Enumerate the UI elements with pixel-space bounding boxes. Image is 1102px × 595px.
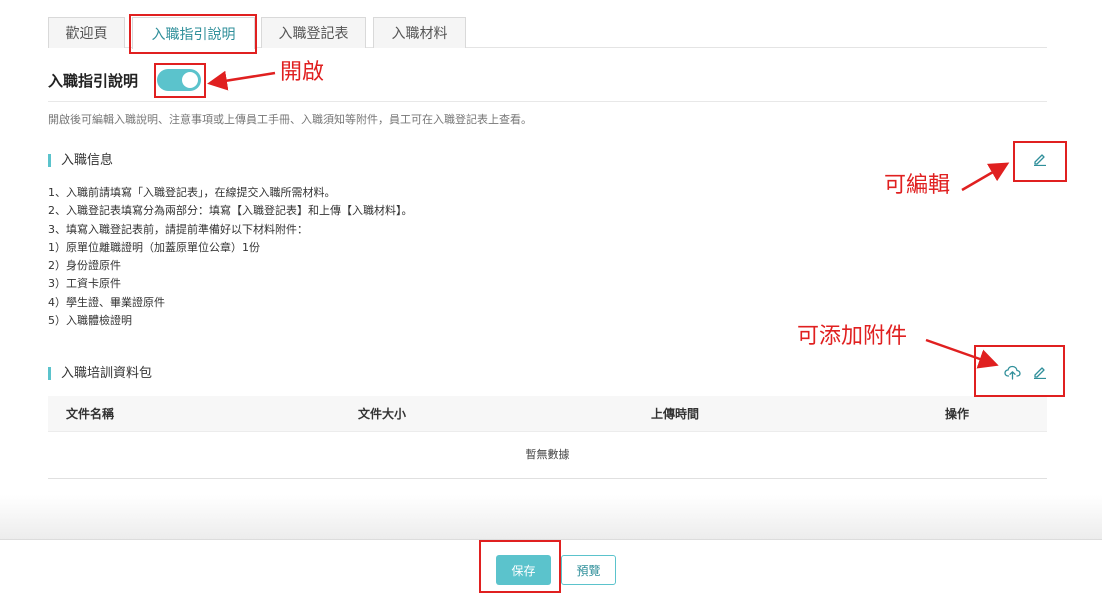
footer-divider xyxy=(0,539,1102,540)
info-line: 2、入職登記表填寫分為兩部分：填寫【入職登記表】和上傳【入職材料】。 xyxy=(48,204,413,218)
tab-registration-form[interactable]: 入職登記表 xyxy=(261,17,366,48)
preview-button[interactable]: 預覽 xyxy=(561,555,616,585)
training-file-table: 文件名稱 文件大小 上傳時間 操作 暫無數據 xyxy=(48,396,1047,479)
upload-attachment-button[interactable] xyxy=(1003,363,1021,381)
edit-training-button[interactable] xyxy=(1031,363,1049,381)
training-heading: 入職培訓資料包 xyxy=(48,367,152,380)
tab-materials[interactable]: 入職材料 xyxy=(373,17,466,48)
info-heading: 入職信息 xyxy=(48,154,113,167)
footer-shadow xyxy=(0,495,1102,540)
guide-title: 入職指引說明 xyxy=(48,72,139,90)
divider xyxy=(48,101,1047,102)
toggle-knob xyxy=(182,72,198,88)
arrow-to-edit xyxy=(961,162,1010,192)
tab-guide[interactable]: 入職指引說明 xyxy=(132,17,255,49)
tab-welcome[interactable]: 歡迎頁 xyxy=(48,17,125,48)
column-actions: 操作 xyxy=(945,407,970,421)
column-upload-time: 上傳時間 xyxy=(651,407,700,421)
annotation-editable: 可編輯 xyxy=(884,173,951,198)
info-line: 1、入職前請填寫「入職登記表」，在線提交入職所需材料。 xyxy=(48,186,336,199)
pencil-icon xyxy=(1034,367,1046,379)
save-button[interactable]: 保存 xyxy=(496,555,551,585)
tab-bar: 歡迎頁 入職指引說明 入職登記表 入職材料 xyxy=(48,17,1047,49)
column-file-name: 文件名稱 xyxy=(66,407,115,421)
guide-description: 開啟後可編輯入職說明、注意事項或上傳員工手冊、入職須知等附件，員工可在入職登記表… xyxy=(48,113,532,126)
info-content: 1、入職前請填寫「入職登記表」，在線提交入職所需材料。 2、入職登記表填寫分為兩… xyxy=(48,184,413,330)
column-file-size: 文件大小 xyxy=(358,407,407,421)
cloud-upload-icon xyxy=(1003,365,1021,380)
info-line: 1）原單位離職證明（加蓋原單位公章）1份 xyxy=(48,240,260,254)
info-line: 3）工資卡原件 xyxy=(48,277,121,291)
annotation-enable: 開啟 xyxy=(280,60,325,85)
arrow-to-toggle xyxy=(207,70,276,91)
guide-enable-toggle[interactable] xyxy=(157,69,201,91)
table-header: 文件名稱 文件大小 上傳時間 操作 xyxy=(48,396,1047,432)
info-line: 5）入職體檢證明 xyxy=(48,314,132,328)
info-line: 2）身份證原件 xyxy=(48,259,121,273)
edit-info-button[interactable] xyxy=(1031,150,1049,168)
empty-state: 暫無數據 xyxy=(48,432,1047,479)
pencil-icon xyxy=(1034,154,1046,166)
arrow-to-attachment xyxy=(925,338,999,369)
annotation-attachable: 可添加附件 xyxy=(797,324,908,349)
info-line: 3、填寫入職登記表前，請提前準備好以下材料附件： xyxy=(48,222,308,236)
info-line: 4）學生證、畢業證原件 xyxy=(48,295,165,309)
